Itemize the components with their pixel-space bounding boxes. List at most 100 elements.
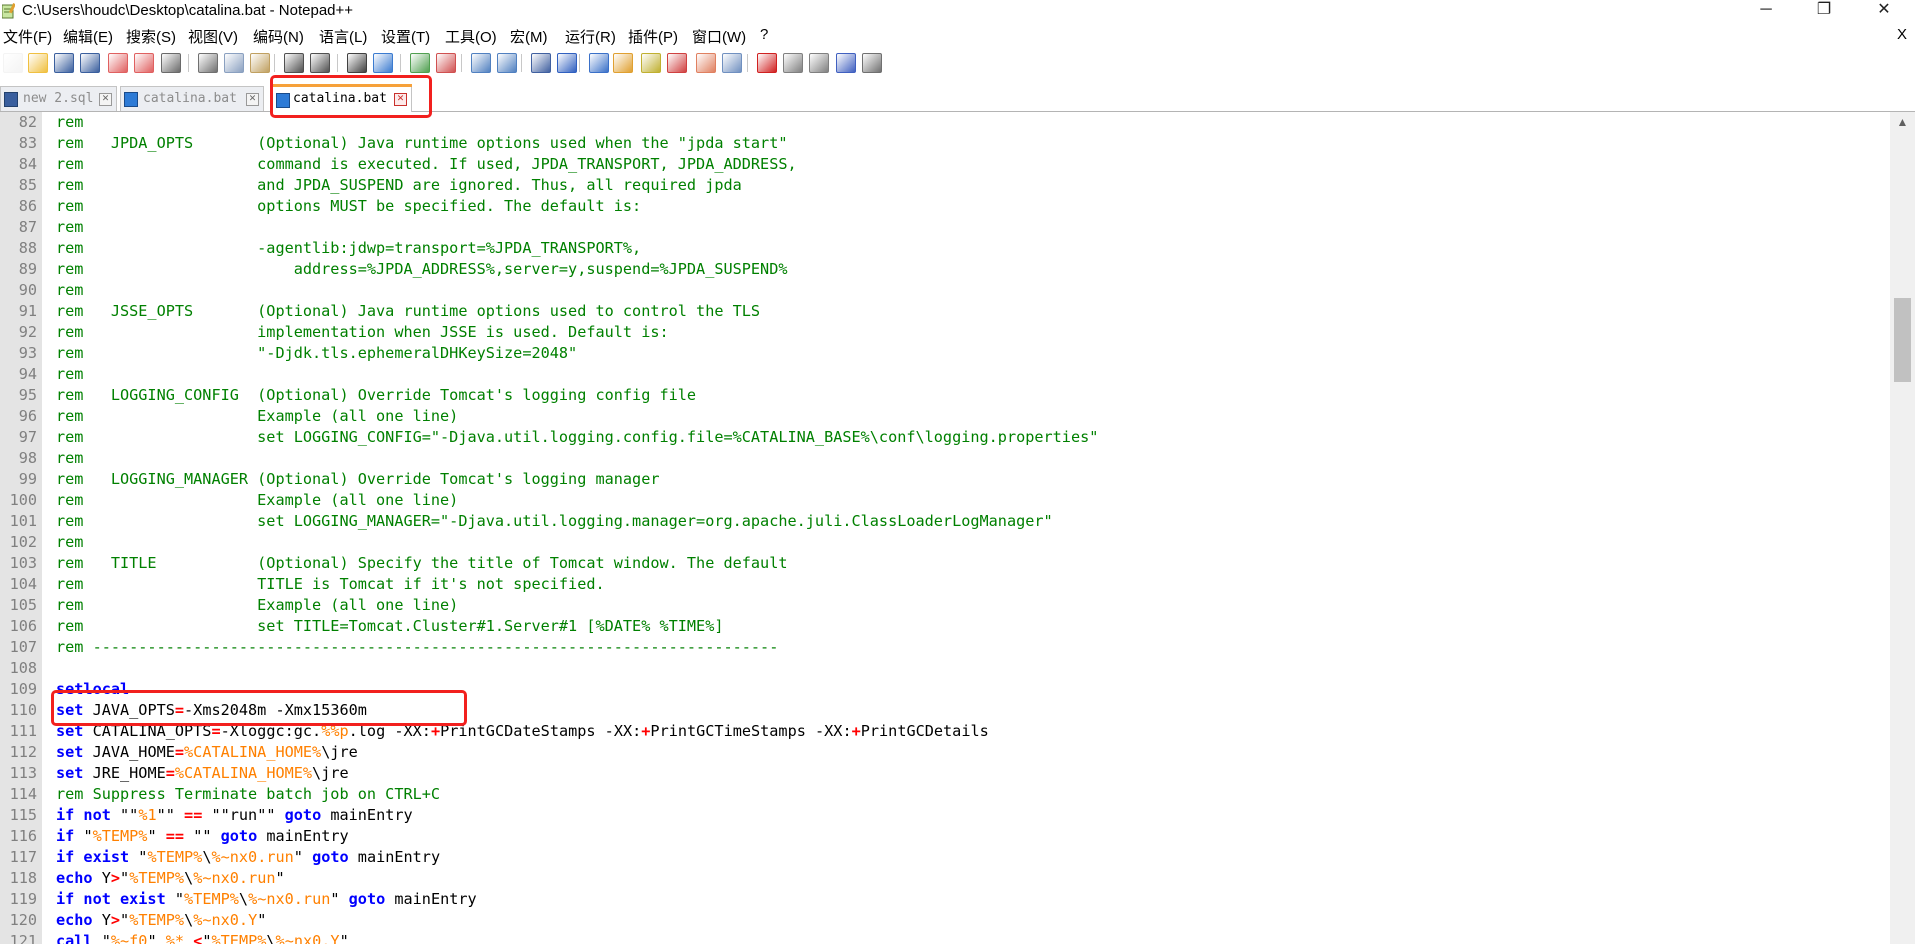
save-all-icon[interactable]: [80, 53, 100, 73]
code-line[interactable]: 94 rem: [0, 364, 1890, 385]
show-all-chars-icon[interactable]: [557, 53, 577, 73]
function-list-icon[interactable]: [667, 53, 687, 73]
code-line[interactable]: 113 set JRE_HOME=%CATALINA_HOME%\jre: [0, 763, 1890, 784]
user-language-icon[interactable]: [613, 53, 633, 73]
minimize-button[interactable]: ─: [1746, 0, 1786, 20]
print-icon[interactable]: [161, 53, 181, 73]
code-line[interactable]: 100 rem Example (all one line): [0, 490, 1890, 511]
cut-icon[interactable]: [198, 53, 218, 73]
tab-close-icon[interactable]: ✕: [99, 93, 112, 106]
redo-icon[interactable]: [310, 53, 330, 73]
code-line[interactable]: 115 if not ""%1"" == ""run"" goto mainEnt…: [0, 805, 1890, 826]
close-document-button[interactable]: X: [1897, 26, 1907, 43]
menu-item-5[interactable]: 语言(L): [319, 26, 367, 47]
close-window-button[interactable]: ✕: [1864, 0, 1904, 20]
code-line[interactable]: 85 rem and JPDA_SUSPEND are ignored. Thus…: [0, 175, 1890, 196]
menu-item-12[interactable]: ?: [760, 26, 768, 43]
code-line[interactable]: 105 rem Example (all one line): [0, 595, 1890, 616]
restore-button[interactable]: ❐: [1804, 0, 1844, 20]
copy-icon[interactable]: [224, 53, 244, 73]
sync-vertical-icon[interactable]: [471, 53, 491, 73]
code-line[interactable]: 98 rem: [0, 448, 1890, 469]
paste-icon[interactable]: [250, 53, 270, 73]
code-line[interactable]: 114 rem Suppress Terminate batch job on C…: [0, 784, 1890, 805]
zoom-in-icon[interactable]: [410, 53, 430, 73]
code-line[interactable]: 93 rem "-Djdk.tls.ephemeralDHKeySize=2048…: [0, 343, 1890, 364]
code-line[interactable]: 107 rem ---------------------------------…: [0, 637, 1890, 658]
play-macro-icon[interactable]: [809, 53, 829, 73]
menu-item-0[interactable]: 文件(F): [3, 26, 52, 47]
line-number: 100: [9, 491, 37, 509]
open-file-icon[interactable]: [28, 53, 48, 73]
code-line[interactable]: 87 rem: [0, 217, 1890, 238]
vertical-scrollbar[interactable]: ▲: [1890, 112, 1915, 944]
indent-guide-icon[interactable]: [589, 53, 609, 73]
code-line[interactable]: 96 rem Example (all one line): [0, 406, 1890, 427]
find-icon[interactable]: [347, 53, 367, 73]
menu-item-2[interactable]: 搜索(S): [126, 26, 176, 47]
sync-horizontal-icon[interactable]: [497, 53, 517, 73]
tab-file-1[interactable]: catalina.bat ✕: [120, 86, 264, 111]
save-macro-icon[interactable]: [862, 53, 882, 73]
code-line[interactable]: 99 rem LOGGING_MANAGER (Optional) Overrid…: [0, 469, 1890, 490]
menu-item-6[interactable]: 设置(T): [381, 26, 430, 47]
code-line[interactable]: 117 if exist "%TEMP%\%~nx0.run" goto main…: [0, 847, 1890, 868]
code-line[interactable]: 86 rem options MUST be specified. The def…: [0, 196, 1890, 217]
menu-item-7[interactable]: 工具(O): [445, 26, 497, 47]
tab-close-icon[interactable]: ✕: [246, 93, 259, 106]
monitoring-icon[interactable]: [722, 53, 742, 73]
code-token: =: [165, 764, 175, 782]
menu-item-1[interactable]: 编辑(E): [63, 26, 113, 47]
code-line[interactable]: 95 rem LOGGING_CONFIG (Optional) Override…: [0, 385, 1890, 406]
code-line[interactable]: 92 rem implementation when JSSE is used. …: [0, 322, 1890, 343]
menu-item-10[interactable]: 插件(P): [628, 26, 678, 47]
line-code: set JAVA_HOME=%CATALINA_HOME%\jre: [56, 742, 358, 763]
menu-item-11[interactable]: 窗口(W): [692, 26, 746, 47]
zoom-out-icon[interactable]: [436, 53, 456, 73]
tab-file-0[interactable]: new 2.sql ✕: [0, 86, 117, 111]
code-line[interactable]: 121 call "%~f0" %* <"%TEMP%\%~nx0.Y": [0, 931, 1890, 944]
record-macro-icon[interactable]: [757, 53, 777, 73]
code-line[interactable]: 119 if not exist "%TEMP%\%~nx0.run" goto …: [0, 889, 1890, 910]
code-line[interactable]: 120 echo Y>"%TEMP%\%~nx0.Y": [0, 910, 1890, 931]
run-macro-multiple-icon[interactable]: [836, 53, 856, 73]
close-all-icon[interactable]: [134, 53, 154, 73]
code-line[interactable]: 112 set JAVA_HOME=%CATALINA_HOME%\jre: [0, 742, 1890, 763]
stop-macro-icon[interactable]: [783, 53, 803, 73]
line-number: 107: [9, 638, 37, 656]
code-line[interactable]: 118 echo Y>"%TEMP%\%~nx0.run": [0, 868, 1890, 889]
menu-item-9[interactable]: 运行(R): [565, 26, 616, 47]
code-line[interactable]: 101 rem set LOGGING_MANAGER="-Djava.util.…: [0, 511, 1890, 532]
code-line[interactable]: 116 if "%TEMP%" == "" goto mainEntry: [0, 826, 1890, 847]
code-line[interactable]: 88 rem -agentlib:jdwp=transport=%JPDA_TRA…: [0, 238, 1890, 259]
new-file-icon[interactable]: [3, 53, 23, 73]
folder-workspace-icon[interactable]: [696, 53, 716, 73]
code-line[interactable]: 91 rem JSSE_OPTS (Optional) Java runtime …: [0, 301, 1890, 322]
code-line[interactable]: 83 rem JPDA_OPTS (Optional) Java runtime …: [0, 133, 1890, 154]
menu-item-8[interactable]: 宏(M): [510, 26, 548, 47]
code-line[interactable]: 89 rem address=%JPDA_ADDRESS%,server=y,su…: [0, 259, 1890, 280]
word-wrap-icon[interactable]: [531, 53, 551, 73]
code-line[interactable]: 108: [0, 658, 1890, 679]
code-token: echo: [56, 911, 93, 929]
code-line[interactable]: 90 rem: [0, 280, 1890, 301]
undo-icon[interactable]: [284, 53, 304, 73]
doc-map-icon[interactable]: [641, 53, 661, 73]
scrollbar-thumb[interactable]: [1894, 298, 1911, 382]
code-line[interactable]: 106 rem set TITLE=Tomcat.Cluster#1.Server…: [0, 616, 1890, 637]
code-line[interactable]: 84 rem command is executed. If used, JPDA…: [0, 154, 1890, 175]
line-code: rem command is executed. If used, JPDA_T…: [56, 154, 797, 175]
close-file-icon[interactable]: [108, 53, 128, 73]
code-line[interactable]: 103 rem TITLE (Optional) Specify the titl…: [0, 553, 1890, 574]
code-editor[interactable]: 82 rem 83 rem JPDA_OPTS (Optional) Java run…: [0, 112, 1890, 944]
menu-item-3[interactable]: 视图(V): [188, 26, 238, 47]
replace-icon[interactable]: [373, 53, 393, 73]
menu-item-4[interactable]: 编码(N): [253, 26, 304, 47]
code-line[interactable]: 102 rem: [0, 532, 1890, 553]
code-line[interactable]: 104 rem TITLE is Tomcat if it's not speci…: [0, 574, 1890, 595]
tab-label: new 2.sql: [23, 91, 94, 106]
code-line[interactable]: 97 rem set LOGGING_CONFIG="-Djava.util.lo…: [0, 427, 1890, 448]
scroll-up-icon[interactable]: ▲: [1890, 112, 1915, 132]
save-icon[interactable]: [54, 53, 74, 73]
